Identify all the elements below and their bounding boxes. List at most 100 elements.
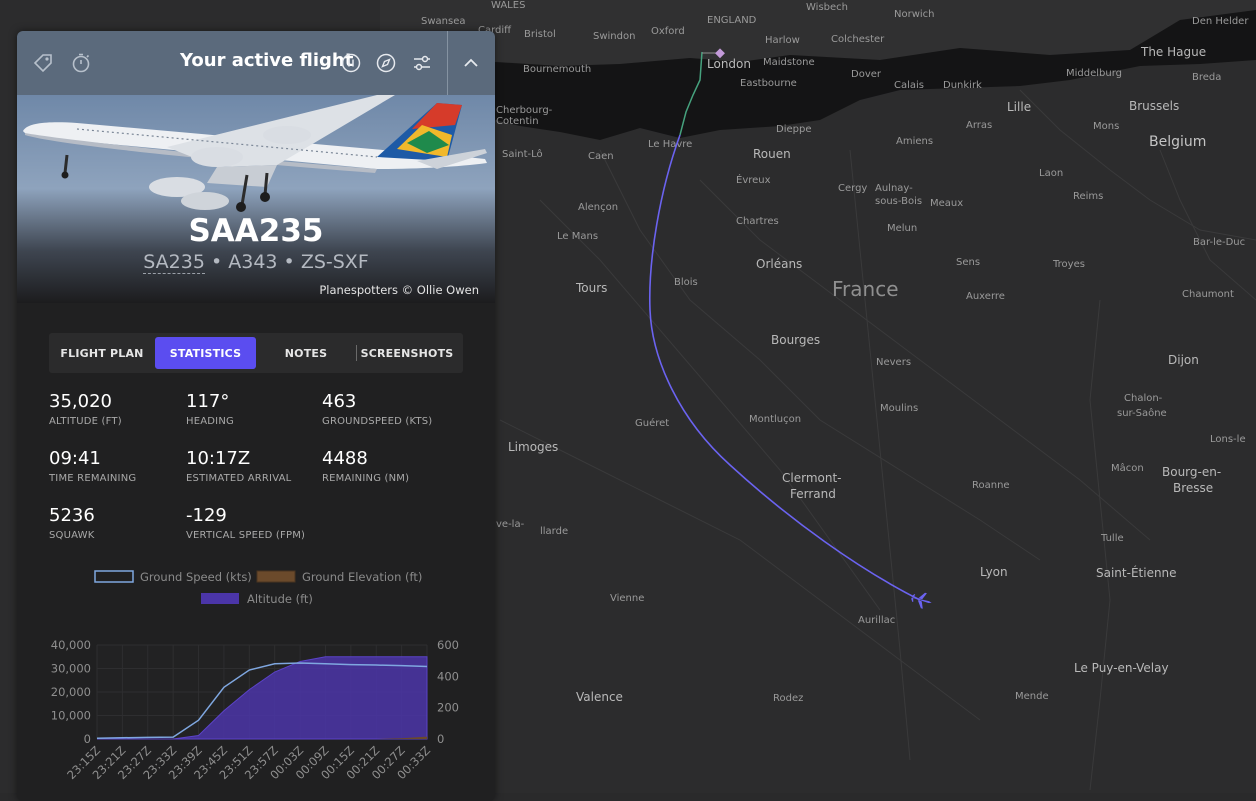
city-label: Amiens bbox=[896, 136, 933, 147]
city-label: Mâcon bbox=[1111, 462, 1144, 474]
city-label: Reims bbox=[1073, 191, 1103, 202]
tab-notes[interactable]: NOTES bbox=[256, 337, 356, 369]
city-label: Orléans bbox=[756, 257, 802, 271]
city-label: Mons bbox=[1093, 121, 1119, 132]
city-label: Rodez bbox=[773, 693, 803, 704]
city-label: Le Puy-en-Velay bbox=[1074, 661, 1169, 675]
city-label: Bresse bbox=[1173, 481, 1213, 495]
stat-time-remaining: 09:41 TIME REMAINING bbox=[49, 448, 136, 484]
left-tick-label: 10,000 bbox=[51, 709, 91, 723]
subtitle-separator: • bbox=[283, 251, 295, 273]
city-label: Moulins bbox=[880, 403, 918, 414]
right-tick-label: 600 bbox=[437, 638, 459, 652]
left-tick-label: 20,000 bbox=[51, 685, 91, 699]
city-label: Cotentin bbox=[496, 116, 539, 127]
stat-label: GROUNDSPEED (KTS) bbox=[322, 416, 433, 427]
stat-label: SQUAWK bbox=[49, 530, 95, 541]
city-label: Tours bbox=[575, 281, 607, 295]
panel-title: Your active flight bbox=[180, 50, 354, 71]
city-label: WALES bbox=[491, 0, 525, 11]
tab-screenshots[interactable]: SCREENSHOTS bbox=[357, 337, 457, 369]
flight-subtitle: SA235 • A343 • ZS-SXF bbox=[17, 251, 495, 274]
city-label: Vienne bbox=[610, 593, 644, 604]
tab-statistics[interactable]: STATISTICS bbox=[155, 337, 256, 369]
city-label: Auxerre bbox=[966, 291, 1005, 302]
stat-value: 4488 bbox=[322, 448, 368, 469]
city-label: Bristol bbox=[524, 29, 556, 40]
stat-value: 09:41 bbox=[49, 448, 101, 469]
city-label: Le Mans bbox=[557, 231, 598, 242]
right-tick-label: 0 bbox=[437, 732, 444, 746]
stat-label: VERTICAL SPEED (FPM) bbox=[186, 530, 306, 541]
city-label: Breda bbox=[1192, 72, 1221, 83]
city-label: Dover bbox=[851, 69, 882, 80]
city-label: Eastbourne bbox=[740, 78, 797, 89]
city-label: ve-la- bbox=[496, 519, 525, 530]
city-label: Aulnay- bbox=[875, 183, 913, 194]
city-label: Roanne bbox=[972, 480, 1010, 491]
aircraft-photo: SAA235 SA235 • A343 • ZS-SXF Planespotte… bbox=[17, 95, 495, 303]
city-label: Dunkirk bbox=[943, 80, 982, 91]
city-label: Chalon- bbox=[1124, 393, 1163, 404]
city-label: ENGLAND bbox=[707, 15, 757, 26]
right-tick-label: 200 bbox=[437, 701, 459, 715]
x-axis-ticks: 23:15Z23:21Z23:27Z23:33Z23:39Z23:45Z23:5… bbox=[64, 743, 433, 782]
city-label: Maidstone bbox=[763, 57, 815, 68]
city-label: Arras bbox=[966, 120, 992, 131]
city-label: Bournemouth bbox=[523, 64, 591, 75]
stat-value: 10:17Z bbox=[186, 448, 251, 469]
city-label: Oxford bbox=[651, 26, 685, 37]
tab-flight-plan[interactable]: FLIGHT PLAN bbox=[49, 337, 155, 369]
left-tick-label: 30,000 bbox=[51, 662, 91, 676]
city-label: Dieppe bbox=[776, 124, 811, 135]
city-label: Belgium bbox=[1149, 134, 1206, 150]
city-label: Ferrand bbox=[790, 487, 836, 501]
city-label: Valence bbox=[576, 690, 623, 704]
city-label: Évreux bbox=[736, 173, 771, 186]
panel-tabs: FLIGHT PLAN STATISTICS NOTES SCREENSHOTS bbox=[49, 333, 463, 373]
city-label: Calais bbox=[894, 80, 924, 91]
left-tick-label: 0 bbox=[84, 732, 91, 746]
city-label: Privas bbox=[0, 0, 30, 3]
stat-value: 463 bbox=[322, 391, 357, 412]
pause-icon[interactable] bbox=[337, 49, 365, 77]
city-label: Tulle bbox=[1100, 533, 1124, 544]
city-label: Norwich bbox=[894, 9, 935, 20]
city-label: Dijon bbox=[1168, 353, 1199, 367]
city-label: Brussels bbox=[1129, 99, 1179, 113]
city-label: Rouen bbox=[753, 147, 791, 161]
city-label: Melun bbox=[887, 223, 917, 234]
left-tick-label: 40,000 bbox=[51, 638, 91, 652]
header-separator bbox=[447, 31, 448, 95]
city-label: Mende bbox=[1015, 691, 1049, 702]
flight-number[interactable]: SA235 bbox=[143, 251, 205, 274]
legend-swatch-ground-elevation bbox=[256, 570, 296, 583]
stat-value: 5236 bbox=[49, 505, 95, 526]
city-label: Montluçon bbox=[749, 414, 801, 425]
aircraft-type: A343 bbox=[228, 251, 278, 273]
flight-callsign: SAA235 bbox=[188, 213, 324, 249]
legend-altitude: Altitude (ft) bbox=[247, 592, 313, 606]
photo-credit[interactable]: Planespotters © Ollie Owen bbox=[319, 283, 479, 297]
city-label: Meaux bbox=[930, 198, 963, 209]
aircraft-registration: ZS-SXF bbox=[300, 251, 369, 273]
settings-sliders-icon[interactable] bbox=[408, 49, 436, 77]
city-label: sur-Saône bbox=[1117, 407, 1167, 419]
stat-squawk: 5236 SQUAWK bbox=[49, 505, 95, 541]
city-label: Caen bbox=[588, 151, 614, 162]
collapse-chevron-icon[interactable] bbox=[457, 49, 485, 77]
panel-header: Your active flight bbox=[17, 31, 495, 95]
tag-icon[interactable] bbox=[29, 49, 57, 77]
right-tick-label: 400 bbox=[437, 669, 459, 683]
city-label: Chartres bbox=[736, 216, 779, 227]
stat-label: HEADING bbox=[186, 416, 234, 427]
compass-icon[interactable] bbox=[372, 49, 400, 77]
flight-profile-chart[interactable]: Ground Speed (kts) Ground Elevation (ft)… bbox=[17, 561, 495, 801]
legend-ground-elevation: Ground Elevation (ft) bbox=[302, 570, 422, 584]
city-label: Le Havre bbox=[648, 139, 692, 150]
timer-icon[interactable] bbox=[67, 49, 95, 77]
stat-value: 35,020 bbox=[49, 391, 112, 412]
city-label: Troyes bbox=[1052, 259, 1085, 270]
city-label: Lyon bbox=[980, 565, 1008, 579]
city-label: Harlow bbox=[765, 35, 800, 46]
